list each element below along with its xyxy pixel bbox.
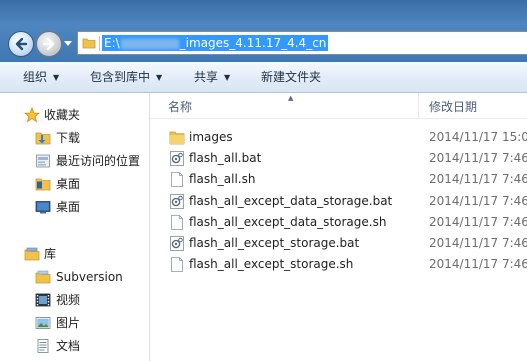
chevron-down-icon: ▼ xyxy=(156,73,163,82)
sidebar-item-libraries[interactable]: 库 xyxy=(0,243,149,265)
organize-label: 组织 xyxy=(23,70,48,84)
file-row[interactable]: flash_all.bat 2014/11/17 7:46 xyxy=(150,148,527,169)
command-bar: 组织 ▼ 包含到库中 ▼ 共享 ▼ 新建文件夹 xyxy=(0,62,527,93)
file-row[interactable]: flash_all.sh 2014/11/17 7:46 xyxy=(150,169,527,190)
file-row[interactable]: flash_all_except_storage.bat 2014/11/17 7… xyxy=(150,233,527,254)
file-row[interactable]: images 2014/11/17 15:09 xyxy=(150,127,527,148)
address-bar-region: E:\ _images_4.11.17_4.4_cn xyxy=(0,0,527,62)
batch-file-icon xyxy=(170,193,184,209)
file-date-modified: 2014/11/17 15:09 xyxy=(429,130,527,144)
share-label: 共享 xyxy=(194,70,219,84)
file-row[interactable]: flash_all_except_storage.sh 2014/11/17 7:… xyxy=(150,254,527,275)
sidebar-item-desktop[interactable]: 桌面 xyxy=(0,196,149,218)
documents-library-icon xyxy=(37,339,49,353)
file-name: flash_all_except_data_storage.sh xyxy=(189,214,387,229)
sort-ascending-icon: ▲ xyxy=(288,94,294,102)
sidebar-item-subversion[interactable]: Subversion xyxy=(0,266,149,288)
share-button[interactable]: 共享 ▼ xyxy=(194,62,230,92)
pictures-library-icon xyxy=(35,317,51,329)
new-folder-label: 新建文件夹 xyxy=(261,70,322,84)
file-list-pane: ▲ 名称 修改日期 images 2014/11/17 15:09 flash_al… xyxy=(150,93,527,361)
file-name: flash_all_except_storage.bat xyxy=(189,236,360,250)
library-icon xyxy=(24,247,40,261)
include-in-library-button[interactable]: 包含到库中 ▼ xyxy=(90,62,162,92)
sidebar-item-label: 库 xyxy=(44,247,57,261)
file-date-modified: 2014/11/17 7:46 xyxy=(429,214,527,229)
sidebar-item-label: 视频 xyxy=(56,293,81,307)
sidebar-item-label: Subversion xyxy=(56,270,123,284)
column-header-date-modified[interactable]: 修改日期 xyxy=(429,98,477,115)
sidebar-item-desktop-folder[interactable]: 桌面 xyxy=(0,173,149,195)
forward-button[interactable] xyxy=(36,31,62,57)
folder-icon xyxy=(169,131,185,145)
column-header-row: ▲ 名称 修改日期 xyxy=(150,93,527,119)
sidebar-item-label: 桌面 xyxy=(56,177,81,191)
file-date-modified: 2014/11/17 7:46 xyxy=(429,236,527,250)
organize-button[interactable]: 组织 ▼ xyxy=(23,62,59,92)
sidebar-item-videos[interactable]: 视频 xyxy=(0,289,149,311)
sidebar-item-documents[interactable]: 文档 xyxy=(0,335,149,357)
file-name: images xyxy=(189,130,233,144)
new-folder-button[interactable]: 新建文件夹 xyxy=(261,62,321,92)
address-input[interactable]: E:\ _images_4.11.17_4.4_cn xyxy=(77,31,527,55)
file-name: flash_all_except_data_storage.bat xyxy=(189,193,393,208)
address-path-suffix: _images_4.11.17_4.4_cn xyxy=(179,36,327,50)
file-date-modified: 2014/11/17 7:46 xyxy=(429,193,527,208)
recent-places-icon xyxy=(36,154,50,168)
file-row[interactable]: flash_all_except_data_storage.bat 2014/11… xyxy=(150,191,527,212)
sidebar-item-label: 文档 xyxy=(56,339,81,353)
navigation-pane: 收藏夹 下载 最近访问的位置 桌面 桌面 库 Subversion 视频 图片 … xyxy=(0,93,150,361)
desktop-folder-icon xyxy=(35,178,51,191)
blank-file-icon xyxy=(171,172,183,188)
folder-icon xyxy=(82,38,96,49)
address-path-selection[interactable]: E:\ _images_4.11.17_4.4_cn xyxy=(102,35,329,51)
download-folder-icon xyxy=(35,132,51,145)
sidebar-item-label: 桌面 xyxy=(56,200,81,214)
address-separator xyxy=(99,36,100,51)
desktop-monitor-icon xyxy=(35,201,51,214)
include-in-library-label: 包含到库中 xyxy=(90,70,151,84)
recent-pages-dropdown[interactable] xyxy=(64,40,72,48)
back-arrow-icon xyxy=(15,37,28,51)
library-folder-icon xyxy=(35,270,51,284)
blank-file-icon xyxy=(171,257,183,273)
batch-file-icon xyxy=(170,151,184,167)
chevron-down-icon xyxy=(64,41,72,46)
file-date-modified: 2014/11/17 7:46 xyxy=(429,151,527,166)
chevron-down-icon: ▼ xyxy=(224,73,231,82)
blank-file-icon xyxy=(171,214,183,230)
column-divider[interactable] xyxy=(418,93,419,119)
batch-file-icon xyxy=(170,236,184,251)
address-path-prefix: E:\ xyxy=(104,36,120,50)
file-name: flash_all.sh xyxy=(189,172,256,187)
chevron-down-icon: ▼ xyxy=(53,73,60,82)
sidebar-item-label: 收藏夹 xyxy=(44,108,81,122)
redacted-path-segment xyxy=(120,38,179,49)
column-header-name[interactable]: 名称 xyxy=(168,98,192,115)
sidebar-item-favorites[interactable]: 收藏夹 xyxy=(0,104,149,126)
forward-arrow-icon xyxy=(42,37,55,51)
file-date-modified: 2014/11/17 7:46 xyxy=(429,257,527,272)
sidebar-item-label: 下载 xyxy=(56,131,81,145)
sidebar-item-downloads[interactable]: 下载 xyxy=(0,127,149,149)
sidebar-item-label: 图片 xyxy=(56,316,81,330)
file-date-modified: 2014/11/17 7:46 xyxy=(429,172,527,187)
file-name: flash_all.bat xyxy=(189,151,262,166)
file-row[interactable]: flash_all_except_data_storage.sh 2014/11/… xyxy=(150,212,527,233)
sidebar-item-label: 最近访问的位置 xyxy=(56,154,141,168)
file-name: flash_all_except_storage.sh xyxy=(189,257,354,272)
video-library-icon xyxy=(35,293,51,307)
back-button[interactable] xyxy=(8,31,34,57)
sidebar-item-recent-places[interactable]: 最近访问的位置 xyxy=(0,150,149,172)
star-icon xyxy=(24,107,40,123)
sidebar-item-pictures[interactable]: 图片 xyxy=(0,312,149,334)
